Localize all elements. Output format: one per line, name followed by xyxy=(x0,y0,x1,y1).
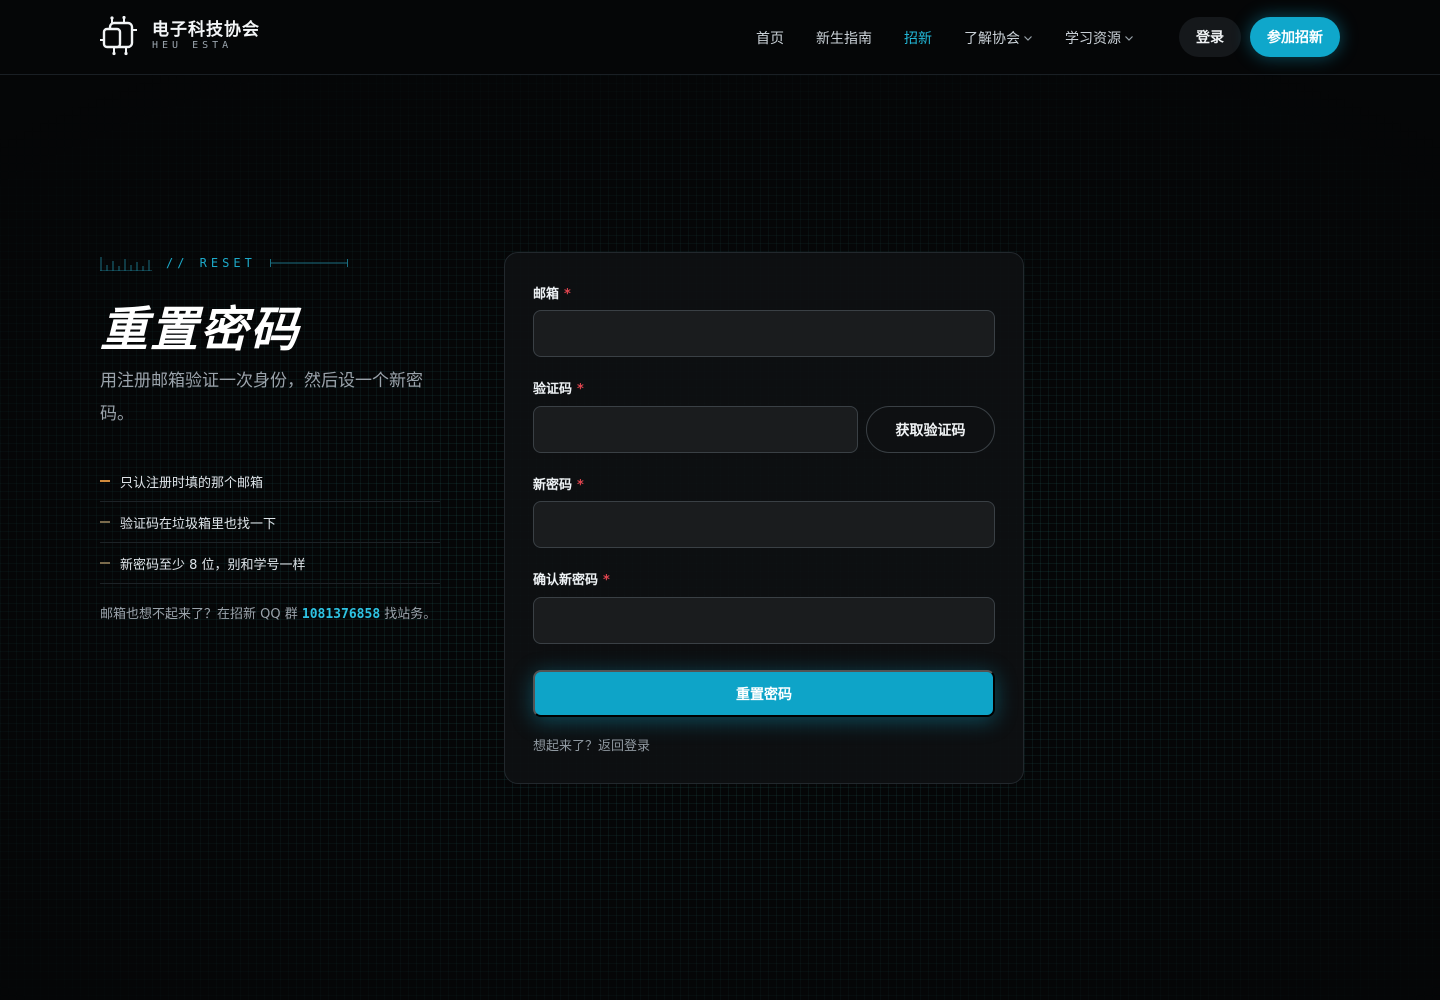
qq-group-number: 1081376858 xyxy=(301,607,381,622)
nav-item-recruitment[interactable]: 招新 xyxy=(904,28,932,48)
nav-item-resources[interactable]: 学习资源 xyxy=(1065,28,1134,48)
dash-icon xyxy=(100,562,110,564)
ruler-ticks-icon xyxy=(100,257,152,271)
page-description: 用注册邮箱验证一次身份，然后设一个新密码。 xyxy=(100,371,423,424)
new-password-field[interactable] xyxy=(533,501,995,548)
chevron-down-icon xyxy=(1125,36,1133,41)
join-recruitment-button[interactable]: 参加招新 xyxy=(1250,17,1340,57)
tips-list: 只认注册时填的那个邮箱 验证码在垃圾箱里也找一下 新密码至少 8 位，别和学号一… xyxy=(100,461,440,584)
list-item: 只认注册时填的那个邮箱 xyxy=(100,461,440,502)
back-to-login-link[interactable]: 返回登录 xyxy=(598,739,650,754)
page-title: 重置密码 xyxy=(100,302,301,358)
code-label: 验证码 * xyxy=(533,382,584,397)
reset-password-form: 邮箱 * 验证码 * 获取验证码 新密码 * 确认新密码 * 重置密码 想起来了？返回登… xyxy=(504,252,1024,784)
email-field[interactable] xyxy=(533,310,995,357)
reset-password-button[interactable]: 重置密码 xyxy=(533,670,995,717)
confirm-password-label: 确认新密码 * xyxy=(533,573,610,588)
dash-icon xyxy=(100,480,110,482)
circuit-logo-icon xyxy=(100,16,137,56)
site-logo[interactable]: 电子科技协会 HEU ESTA xyxy=(100,16,260,56)
confirm-password-field[interactable] xyxy=(533,597,995,644)
decorative-line xyxy=(269,259,348,267)
main-nav: 首页 新生指南 招新 了解协会 学习资源 xyxy=(756,28,1166,48)
required-mark: * xyxy=(564,287,571,302)
nav-item-about[interactable]: 了解协会 xyxy=(964,28,1033,48)
list-item: 新密码至少 8 位，别和学号一样 xyxy=(100,543,440,584)
help-text: 邮箱也想不起来了？在招新 QQ 群 1081376858 找站务。 xyxy=(100,607,437,622)
logo-title: 电子科技协会 xyxy=(152,20,260,40)
eyebrow-label: // RESET xyxy=(166,256,256,270)
required-mark: * xyxy=(577,382,584,397)
verification-code-field[interactable] xyxy=(533,406,858,453)
get-code-button[interactable]: 获取验证码 xyxy=(866,406,995,453)
required-mark: * xyxy=(577,478,584,493)
chevron-down-icon xyxy=(1024,36,1032,41)
email-label: 邮箱 * xyxy=(533,287,571,302)
top-navbar: 电子科技协会 HEU ESTA 首页 新生指南 招新 了解协会 学习资源 登录 … xyxy=(0,0,1440,75)
required-mark: * xyxy=(603,573,610,588)
new-password-label: 新密码 * xyxy=(533,478,584,493)
list-item: 验证码在垃圾箱里也找一下 xyxy=(100,502,440,543)
section-eyebrow: // RESET xyxy=(100,254,348,272)
back-to-login-line: 想起来了？返回登录 xyxy=(533,739,651,754)
login-button[interactable]: 登录 xyxy=(1179,17,1241,57)
nav-item-freshman-guide[interactable]: 新生指南 xyxy=(816,28,872,48)
nav-item-home[interactable]: 首页 xyxy=(756,28,784,48)
logo-subtitle: HEU ESTA xyxy=(152,40,233,51)
dash-icon xyxy=(100,521,110,523)
